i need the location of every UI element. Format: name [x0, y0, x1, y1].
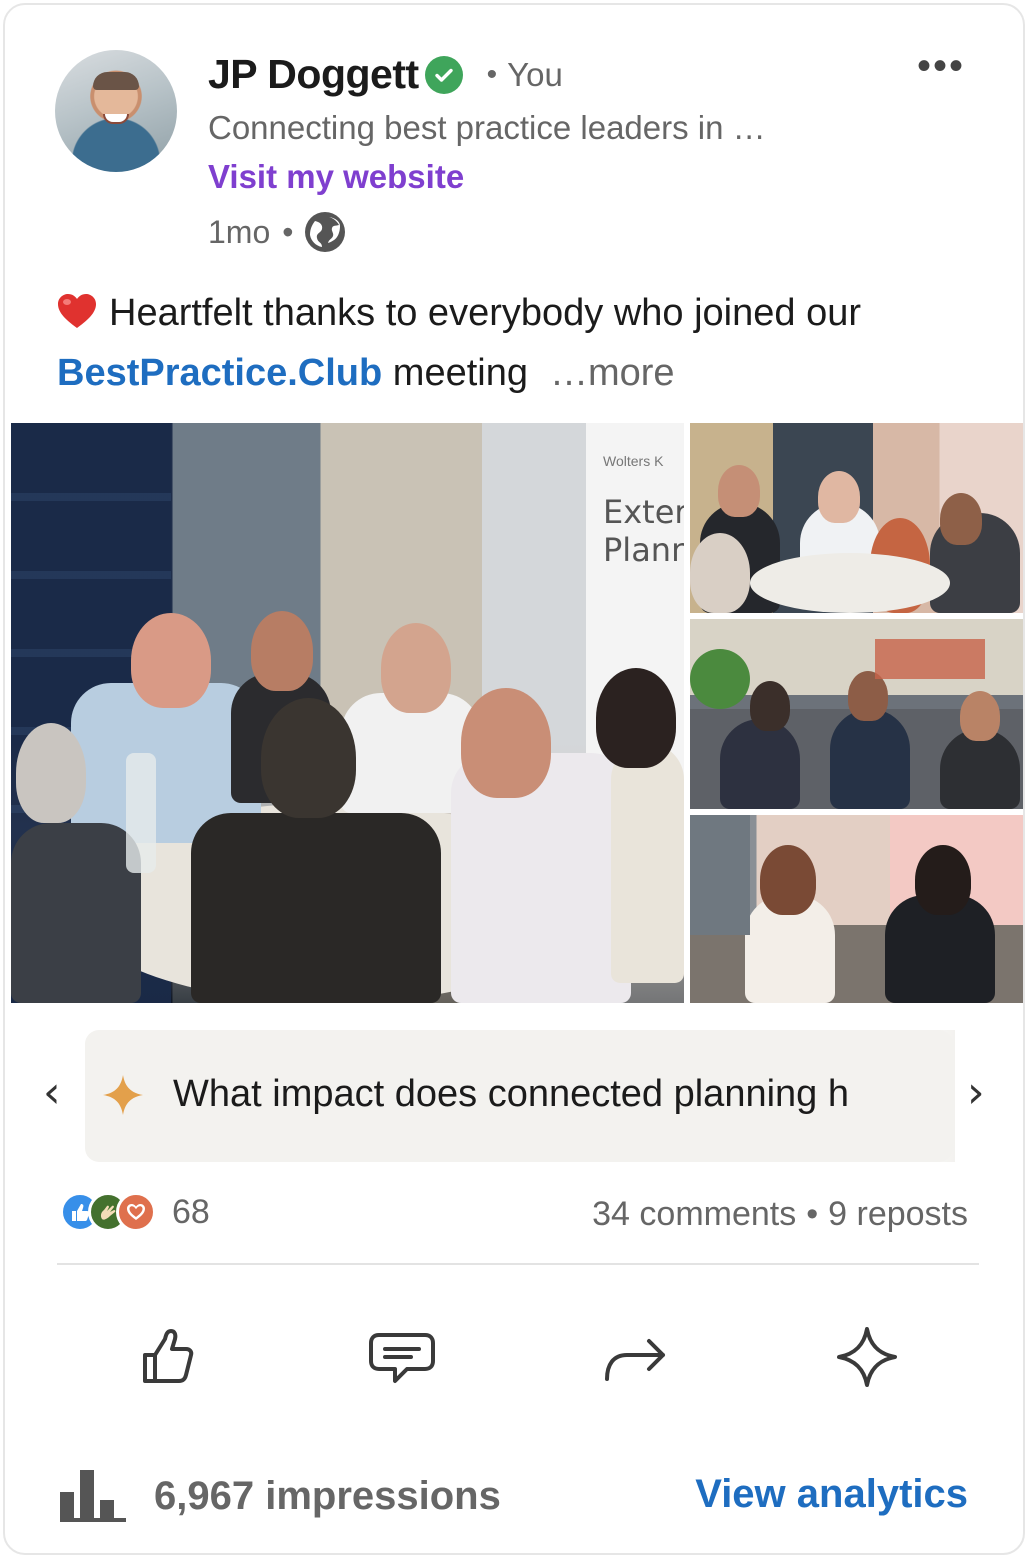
background-person: [690, 815, 750, 935]
person-shirt: [940, 729, 1020, 809]
comment-icon: [369, 1333, 435, 1383]
impressions-row: 6,967 impressions: [60, 1470, 501, 1522]
person-shirt: [11, 823, 141, 1003]
author-name-row: JP Doggett • You: [208, 51, 563, 98]
person-head: [381, 623, 451, 713]
more-options-icon[interactable]: •••: [917, 46, 965, 86]
person-head: [718, 465, 760, 517]
person-shirt: [720, 719, 800, 809]
person-shirt: [611, 743, 684, 983]
mention-link[interactable]: BestPractice.Club: [57, 352, 382, 394]
person-head: [461, 688, 551, 798]
person-head: [750, 681, 790, 731]
photo-grid: Wolters K Exter Plann: [11, 423, 1023, 1003]
verified-check-icon: [424, 55, 463, 94]
separator-dot: •: [282, 213, 294, 250]
reposts-count[interactable]: 9 reposts: [828, 1195, 968, 1233]
red-heart-icon: [58, 294, 96, 328]
post-text-end: meeting: [382, 352, 528, 394]
bar-chart-icon: [60, 1470, 126, 1522]
author-headline: Connecting best practice leaders in …: [208, 109, 766, 146]
separator-dot: •: [486, 57, 498, 91]
meeting-table: [750, 553, 950, 613]
view-analytics-link[interactable]: View analytics: [695, 1472, 968, 1517]
divider: [57, 1263, 979, 1265]
impressions-count: 6,967 impressions: [154, 1473, 501, 1518]
person-head: [131, 613, 211, 708]
sparkle-icon: [103, 1075, 143, 1115]
person-head: [261, 698, 356, 818]
water-bottle: [126, 753, 156, 873]
person-head: [596, 668, 676, 768]
reaction-count: 68: [172, 1192, 210, 1231]
thumbnail-photo-1[interactable]: [690, 423, 1023, 613]
person-head: [16, 723, 86, 823]
main-photo[interactable]: Wolters K Exter Plann: [11, 423, 684, 1003]
person-head: [940, 493, 982, 545]
post-time: 1mo: [208, 213, 271, 250]
person-shirt: [830, 709, 910, 809]
plant: [690, 649, 750, 709]
banner-text: Exter Plann: [603, 493, 684, 569]
chevron-right-icon[interactable]: ›: [967, 1067, 985, 1118]
person-shirt: [191, 813, 441, 1003]
like-button[interactable]: [127, 1317, 207, 1397]
person-head: [690, 533, 750, 613]
separator-dot: •: [806, 1195, 819, 1233]
author-relation: You: [507, 55, 563, 93]
post-text-start: Heartfelt thanks to everybody who joined…: [109, 292, 861, 334]
person-head: [760, 845, 816, 915]
chevron-left-icon[interactable]: ‹: [43, 1067, 61, 1118]
globe-icon: [305, 212, 346, 252]
ai-assist-button[interactable]: [827, 1317, 907, 1397]
person-head: [818, 471, 860, 523]
post-card: JP Doggett • You ••• Connecting best pra…: [3, 3, 1025, 1555]
prompt-fade: [885, 1030, 955, 1162]
post-text: Heartfelt thanks to everybody who joined…: [57, 283, 957, 403]
thumbnail-photo-2[interactable]: [690, 619, 1023, 809]
sparkle-outline-icon: [837, 1327, 897, 1387]
comment-button[interactable]: [362, 1317, 442, 1397]
engagement-stats: 34 comments • 9 reposts: [592, 1195, 968, 1234]
avatar-hair: [93, 72, 139, 90]
see-more-link[interactable]: …more: [550, 352, 675, 394]
author-name[interactable]: JP Doggett: [208, 51, 419, 98]
thumbs-up-icon: [143, 1329, 194, 1383]
avatar-smile: [103, 114, 129, 124]
thumbnail-photo-3[interactable]: [690, 815, 1023, 1003]
person-head: [960, 691, 1000, 741]
author-avatar[interactable]: [55, 50, 177, 172]
person-head: [915, 845, 971, 915]
ai-prompt-text[interactable]: What impact does connected planning h: [173, 1073, 953, 1116]
cushions: [875, 639, 985, 679]
love-reaction-icon: [116, 1192, 156, 1232]
website-link[interactable]: Visit my website: [208, 158, 464, 196]
post-meta: 1mo •: [208, 212, 346, 252]
person-head: [251, 611, 313, 691]
reactions-summary[interactable]: 68: [60, 1192, 210, 1232]
comments-count[interactable]: 34 comments: [592, 1195, 796, 1233]
banner-brand-text: Wolters K: [603, 453, 664, 469]
repost-button[interactable]: [596, 1317, 676, 1397]
share-arrow-icon: [605, 1339, 665, 1381]
